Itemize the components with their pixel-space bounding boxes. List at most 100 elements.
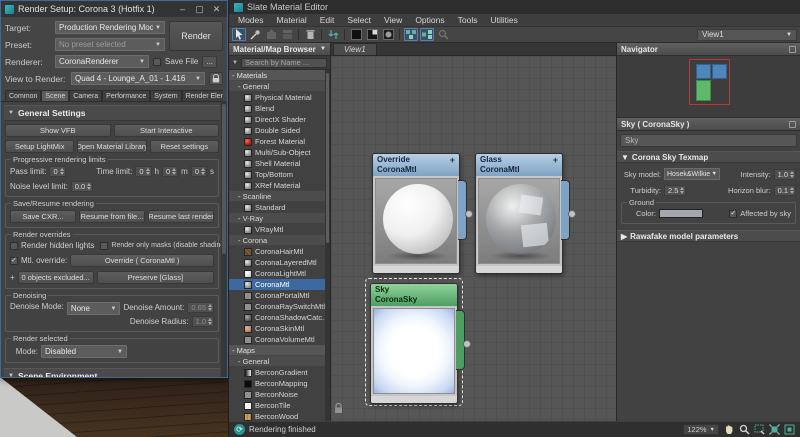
menu-modes[interactable]: Modes [238,15,264,25]
pass-limit-field[interactable]: 0 [49,166,65,177]
search-filter-icon[interactable]: ▼ [232,60,238,66]
target-dropdown[interactable]: Production Rendering Mode▼ [55,21,165,34]
start-interactive-button[interactable]: Start Interactive [114,124,220,137]
zoom-extents-icon[interactable] [436,28,450,41]
render-hidden-lights-checkbox[interactable] [10,242,18,250]
node-header[interactable]: Override CoronaMtl + [373,154,459,176]
mtl-override-button[interactable]: Override ( CoronaMtl ) [70,254,214,267]
noise-limit-field[interactable]: 0.0 [71,181,93,192]
material-name-field[interactable]: Sky [620,134,797,147]
search-input[interactable]: Search by Name ... [241,58,327,68]
browser-subcategory[interactable]: - V-Ray [229,213,330,224]
node-glass-coronamtl[interactable]: Glass CoronaMtl + [475,153,563,274]
active-view-dropdown[interactable]: View1▼ [697,29,797,41]
menu-tools[interactable]: Tools [458,15,478,25]
browser-item-bercongradient[interactable]: BerconGradient [229,367,330,378]
exclude-plus-icon[interactable]: + [10,273,15,282]
delete-item-icon[interactable] [303,28,317,41]
browser-header[interactable]: Material/Map Browser ▼ [229,43,330,56]
browser-item-double-sided[interactable]: Double Sided [229,125,330,136]
pin-icon[interactable] [789,121,796,128]
preset-dropdown[interactable]: No preset selected▼ [55,38,165,51]
browser-item-directx-shader[interactable]: DirectX Shader [229,114,330,125]
node-sky-coronasky[interactable]: Sky CoronaSky [370,283,458,404]
menu-options[interactable]: Options [415,15,444,25]
zoom-icon[interactable] [738,424,750,436]
zoom-extents-icon[interactable] [768,424,780,436]
preserve-glass-button[interactable]: Preserve [Glass] [97,271,214,284]
menu-material[interactable]: Material [277,15,307,25]
mtl-override-checkbox[interactable] [10,257,18,265]
select-arrow-icon[interactable] [232,28,246,41]
browser-item-coronalayeredmtl[interactable]: CoronaLayeredMtl [229,257,330,268]
navigator-minimap[interactable] [617,56,800,118]
corona-sky-texmap-rollout[interactable]: ▼ Corona Sky Texmap [617,151,800,163]
browser-scrollbar[interactable] [325,70,330,421]
navigator-header[interactable]: Navigator [617,43,800,56]
browser-item-coronavolumemtl[interactable]: CoronaVolumeMtl [229,334,330,345]
render-selected-mode-dropdown[interactable]: Disabled▼ [41,345,127,358]
rawafake-rollout[interactable]: ▶ Rawafake model parameters [617,230,800,242]
pin-icon[interactable] [789,46,796,53]
browser-item-physical-material[interactable]: Physical Material [229,92,330,103]
lock-icon[interactable] [334,403,343,414]
browser-item-berconnoise[interactable]: BerconNoise [229,389,330,400]
open-material-library-button[interactable]: Open Material Library [77,140,146,153]
node-canvas[interactable]: Override CoronaMtl + [331,56,616,421]
browser-item-coronahairmtl[interactable]: CoronaHairMtl [229,246,330,257]
save-file-checkbox[interactable] [153,58,161,66]
node-output-socket[interactable] [568,210,576,218]
put-to-scene-icon[interactable] [264,28,278,41]
render-setup-scrollbar[interactable] [221,101,227,377]
turbidity-field[interactable]: 2.5 [664,185,686,196]
browser-item-top-bottom[interactable]: Top/Bottom [229,169,330,180]
node-output-socket[interactable] [465,210,473,218]
move-children-icon[interactable] [326,28,340,41]
reset-settings-button[interactable]: Reset settings [150,140,219,153]
browser-item-vraymtl[interactable]: VRayMtl [229,224,330,235]
render-button[interactable]: Render [169,21,223,51]
expand-slots-icon[interactable]: + [450,155,455,165]
browser-item-berconmapping[interactable]: BerconMapping [229,378,330,389]
menu-utilities[interactable]: Utilities [490,15,517,25]
browser-category[interactable]: - Maps [229,345,330,356]
node-header[interactable]: Sky CoronaSky [371,284,457,306]
expand-slots-icon[interactable]: + [553,155,558,165]
browser-item-coronarayswitchmtl[interactable]: CoronaRaySwitchMtl [229,301,330,312]
browser-item-standard[interactable]: Standard [229,202,330,213]
general-settings-rollout[interactable]: ▼ General Settings [4,105,220,121]
layout-children-icon[interactable] [420,28,434,41]
browser-category[interactable]: - Materials [229,70,330,81]
browser-item-coronalightmtl[interactable]: CoronaLightMtl [229,268,330,279]
browser-item-forest-material[interactable]: Forest Material [229,136,330,147]
tab-view1[interactable]: View1 [333,43,377,55]
browser-item-xref-material[interactable]: XRef Material [229,180,330,191]
browser-subcategory[interactable]: - Scanline [229,191,330,202]
zoom-level-dropdown[interactable]: 122%▼ [683,424,719,435]
pan-hand-icon[interactable] [723,424,735,436]
minimize-button[interactable]: – [176,2,189,16]
browser-item-blend[interactable]: Blend [229,103,330,114]
browser-item-multi-sub-object[interactable]: Multi/Sub-Object [229,147,330,158]
time-s-field[interactable]: 0 [191,166,207,177]
ground-color-swatch[interactable] [659,209,703,218]
denoise-mode-dropdown[interactable]: None▼ [67,302,121,315]
browser-item-coronaportalmtl[interactable]: CoronaPortalMtl [229,290,330,301]
put-to-library-icon[interactable] [280,28,294,41]
browser-subcategory[interactable]: - General [229,81,330,92]
node-override-coronamtl[interactable]: Override CoronaMtl + [372,153,460,274]
node-output-socket[interactable] [463,340,471,348]
menu-edit[interactable]: Edit [320,15,335,25]
save-cxr-button[interactable]: Save CXR... [10,210,76,223]
parameter-editor-header[interactable]: Sky ( CoronaSky ) [617,118,800,131]
maximize-button[interactable]: ▢ [193,2,206,16]
save-file-browse-button[interactable]: ... [202,56,217,68]
browser-item-shell-material[interactable]: Shell Material [229,158,330,169]
objects-excluded-button[interactable]: 0 objects excluded... [18,271,94,284]
sample-preview-icon[interactable] [349,28,363,41]
time-h-field[interactable]: 0 [135,166,151,177]
zoom-extents-selected-icon[interactable] [783,424,795,436]
resume-last-render-button[interactable]: Resume last render [148,210,214,223]
menu-select[interactable]: Select [347,15,371,25]
renderer-dropdown[interactable]: CoronaRenderer▼ [55,55,149,68]
